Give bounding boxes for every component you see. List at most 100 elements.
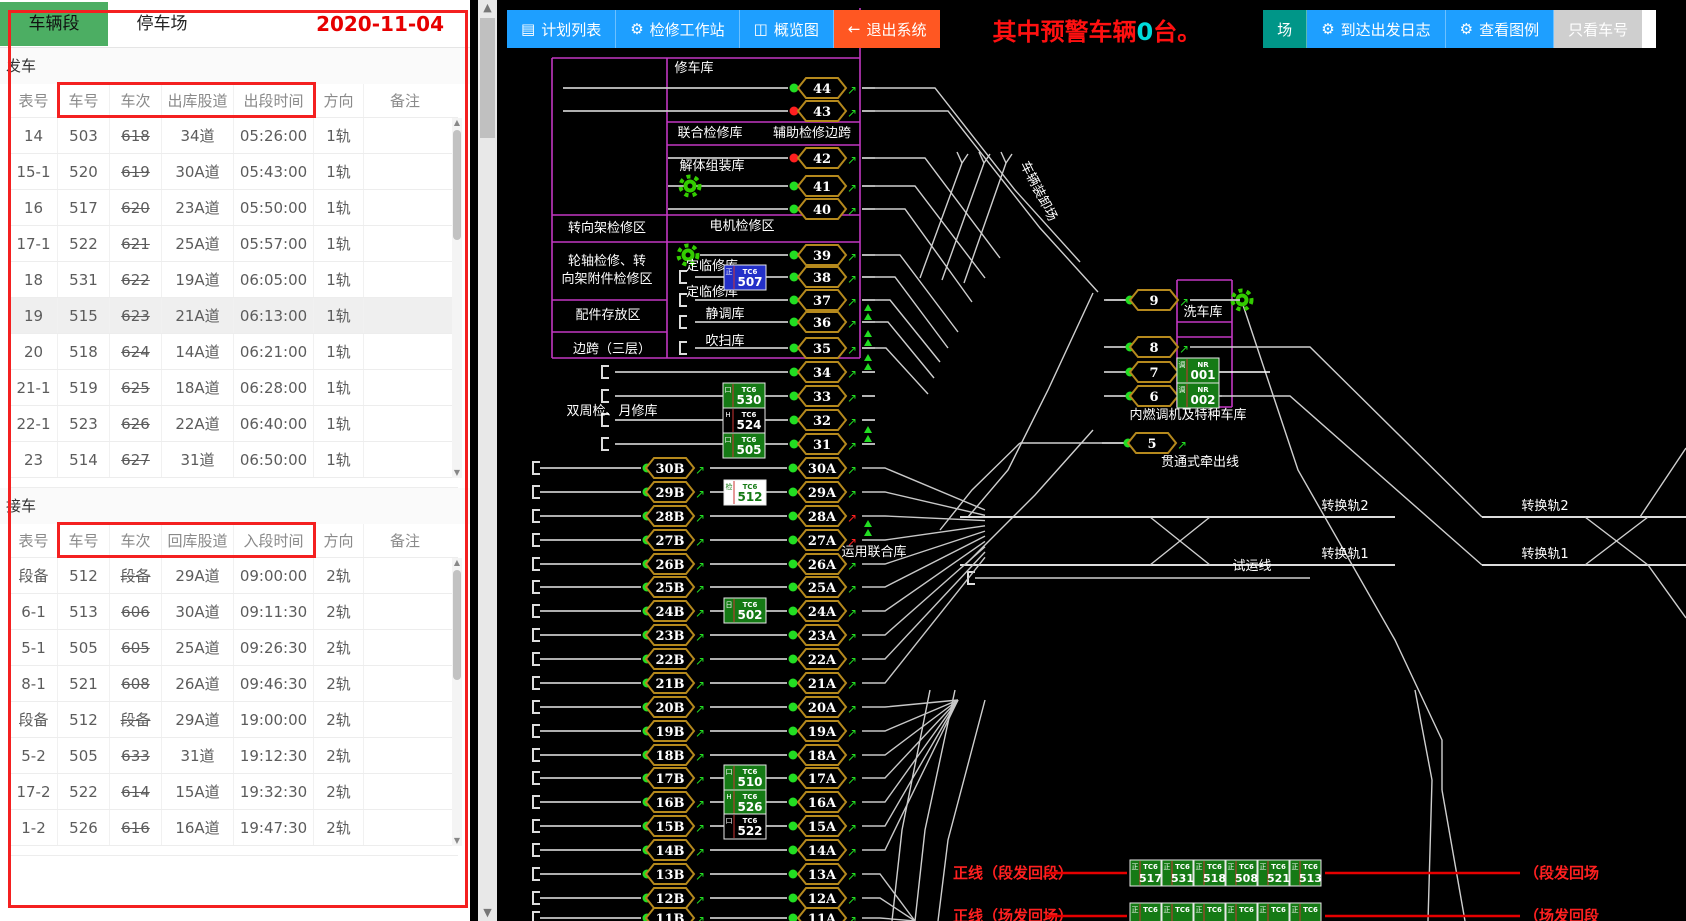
scroll-up-arrow[interactable]: ▲ bbox=[452, 118, 462, 128]
page-scrollbar[interactable]: ▲ ▼ bbox=[478, 0, 497, 921]
signal-icon bbox=[864, 435, 872, 442]
toolbar-right-button-1[interactable]: ⚙到达出发日志 bbox=[1307, 10, 1445, 48]
area-label: 转向架检修区 bbox=[568, 220, 646, 236]
track-status-dot bbox=[789, 894, 798, 903]
track-number-text: 19B bbox=[655, 725, 684, 740]
scrollbar-thumb[interactable] bbox=[453, 130, 461, 240]
train-box-508[interactable]: 正TC6508 bbox=[1226, 860, 1258, 886]
train-box-[interactable]: 正TC6 bbox=[1226, 903, 1257, 921]
table-scrollbar[interactable]: ▲▼ bbox=[452, 118, 462, 478]
train-glyph: 正 bbox=[1196, 863, 1203, 871]
train-box-518[interactable]: 正TC6518 bbox=[1194, 860, 1226, 886]
train-glyph: 正 bbox=[1164, 906, 1171, 914]
table-cell: 1轨 bbox=[314, 334, 364, 369]
table-cell: 625 bbox=[110, 370, 162, 405]
train-box-530[interactable]: 口TC6530 bbox=[723, 383, 765, 408]
table-row[interactable]: 6-151360630A道09:11:302轨 bbox=[10, 594, 458, 630]
train-box-513[interactable]: 正TC6513 bbox=[1290, 860, 1322, 886]
scroll-down-arrow[interactable]: ▼ bbox=[452, 468, 462, 478]
table-scrollbar[interactable]: ▲▼ bbox=[452, 558, 462, 846]
train-box-510[interactable]: 口TC6510 bbox=[724, 765, 766, 790]
warning-count: 0 bbox=[1136, 18, 1153, 46]
table-cell: 26A道 bbox=[162, 666, 234, 701]
table-row[interactable]: 21-151962518A道06:28:001轨 bbox=[10, 370, 458, 406]
train-box-001[interactable]: 调NR001 bbox=[1177, 358, 1219, 383]
table-row[interactable]: 5-150560525A道09:26:302轨 bbox=[10, 630, 458, 666]
table-cell: 622 bbox=[110, 262, 162, 297]
table-cell: 05:43:00 bbox=[234, 154, 314, 189]
train-box-[interactable]: 正TC6 bbox=[1194, 903, 1225, 921]
table-row[interactable]: 5-250563331道19:12:302轨 bbox=[10, 738, 458, 774]
train-box-[interactable]: 正TC6 bbox=[1258, 903, 1289, 921]
scroll-up-arrow[interactable]: ▲ bbox=[452, 558, 462, 568]
scroll-down-arrow[interactable]: ▼ bbox=[452, 836, 462, 846]
train-box-524[interactable]: HTC6524 bbox=[723, 408, 765, 433]
train-box-505[interactable]: 口TC6505 bbox=[723, 433, 765, 458]
table-row[interactable]: 22-152362622A道06:40:001轨 bbox=[10, 406, 458, 442]
scrollbar-thumb[interactable] bbox=[480, 18, 495, 138]
route-arrow-icon: ↗ bbox=[847, 893, 857, 907]
train-box-517[interactable]: 正TC6517 bbox=[1130, 860, 1162, 886]
train-box-521[interactable]: 正TC6521 bbox=[1258, 860, 1290, 886]
table-row[interactable]: 17-252261415A道19:32:302轨 bbox=[10, 774, 458, 810]
route-arrow-icon: ↗ bbox=[847, 295, 857, 309]
train-glyph: 正 bbox=[726, 268, 733, 276]
table-row[interactable]: 17-152262125A道05:57:001轨 bbox=[10, 226, 458, 262]
train-type: TC6 bbox=[1271, 863, 1286, 871]
train-box-[interactable]: 正TC6 bbox=[1290, 903, 1321, 921]
train-box-526[interactable]: HTC6526 bbox=[724, 790, 766, 815]
table-row[interactable]: 1853162219A道06:05:001轨 bbox=[10, 262, 458, 298]
train-box-507[interactable]: 正TC6507 bbox=[724, 265, 766, 290]
train-box-512[interactable]: 检TC6512 bbox=[724, 480, 766, 505]
toolbar-right-button-2[interactable]: ⚙查看图例 bbox=[1446, 10, 1554, 48]
table-cell: 18 bbox=[10, 262, 58, 297]
table-row[interactable]: 1951562321A道06:13:001轨 bbox=[10, 298, 458, 334]
scrollbar-thumb[interactable] bbox=[453, 570, 461, 680]
table-row[interactable]: 2351462731道06:50:001轨 bbox=[10, 442, 458, 478]
track-status-dot bbox=[789, 536, 798, 545]
track-status-dot bbox=[789, 751, 798, 760]
train-box-[interactable]: 正TC6 bbox=[1162, 903, 1193, 921]
table-row[interactable]: 1-252661616A道19:47:302轨 bbox=[10, 810, 458, 846]
train-number: 531 bbox=[1171, 872, 1194, 885]
table-row[interactable]: 段备512段备29A道19:00:002轨 bbox=[10, 702, 458, 738]
table-row[interactable]: 8-152160826A道09:46:302轨 bbox=[10, 666, 458, 702]
track-status-dot bbox=[789, 822, 798, 831]
table-row[interactable]: 1450361834道05:26:001轨 bbox=[10, 118, 458, 154]
table-row[interactable]: 2051862414A道06:21:001轨 bbox=[10, 334, 458, 370]
train-box-002[interactable]: 调NR002 bbox=[1177, 383, 1219, 408]
tab-parking[interactable]: 停车场 bbox=[108, 2, 216, 46]
table-cell: 19 bbox=[10, 298, 58, 333]
train-box-531[interactable]: 正TC6531 bbox=[1162, 860, 1194, 886]
toolbar-button-1[interactable]: ⚙检修工作站 bbox=[616, 10, 739, 48]
toolbar-button-0[interactable]: ▤计划列表 bbox=[507, 10, 616, 48]
signal-icon bbox=[864, 363, 872, 370]
track-end-stub bbox=[533, 462, 540, 474]
train-box-[interactable]: 正TC6 bbox=[1130, 903, 1161, 921]
scroll-down-arrow[interactable]: ▼ bbox=[478, 905, 497, 921]
toolbar-button-3[interactable]: ←退出系统 bbox=[834, 10, 941, 48]
toolbar-button-2[interactable]: ◫概览图 bbox=[740, 10, 834, 48]
track-end-stub bbox=[533, 725, 540, 737]
gear-icon: ⚙ bbox=[1460, 20, 1473, 38]
train-box-502[interactable]: 日TC6502 bbox=[724, 598, 766, 623]
throat-line bbox=[875, 186, 985, 278]
receive-section-title: 接车 bbox=[0, 488, 470, 524]
table-row[interactable]: 段备512段备29A道09:00:002轨 bbox=[10, 558, 458, 594]
scroll-up-arrow[interactable]: ▲ bbox=[478, 0, 497, 16]
route-arrow-icon: ↗ bbox=[847, 845, 857, 859]
toolbar-right-button-3[interactable]: 只看车号 bbox=[1554, 10, 1642, 48]
toolbar-right-button-0[interactable]: 场 bbox=[1263, 10, 1307, 48]
train-glyph: 正 bbox=[1132, 906, 1139, 914]
fan-line bbox=[862, 700, 958, 755]
train-glyph: 正 bbox=[1228, 863, 1235, 871]
train-box-522[interactable]: 口TC6522 bbox=[724, 814, 766, 839]
table-row[interactable]: 15-152061930A道05:43:001轨 bbox=[10, 154, 458, 190]
route-arrow-icon: ↗ bbox=[847, 487, 857, 501]
track-number-text: 24B bbox=[655, 605, 684, 620]
track-end-stub bbox=[533, 749, 540, 761]
table-cell: 34道 bbox=[162, 118, 234, 153]
table-row[interactable]: 1651762023A道05:50:001轨 bbox=[10, 190, 458, 226]
table-cell: 518 bbox=[58, 334, 110, 369]
tab-depot[interactable]: 车辆段 bbox=[0, 2, 108, 46]
